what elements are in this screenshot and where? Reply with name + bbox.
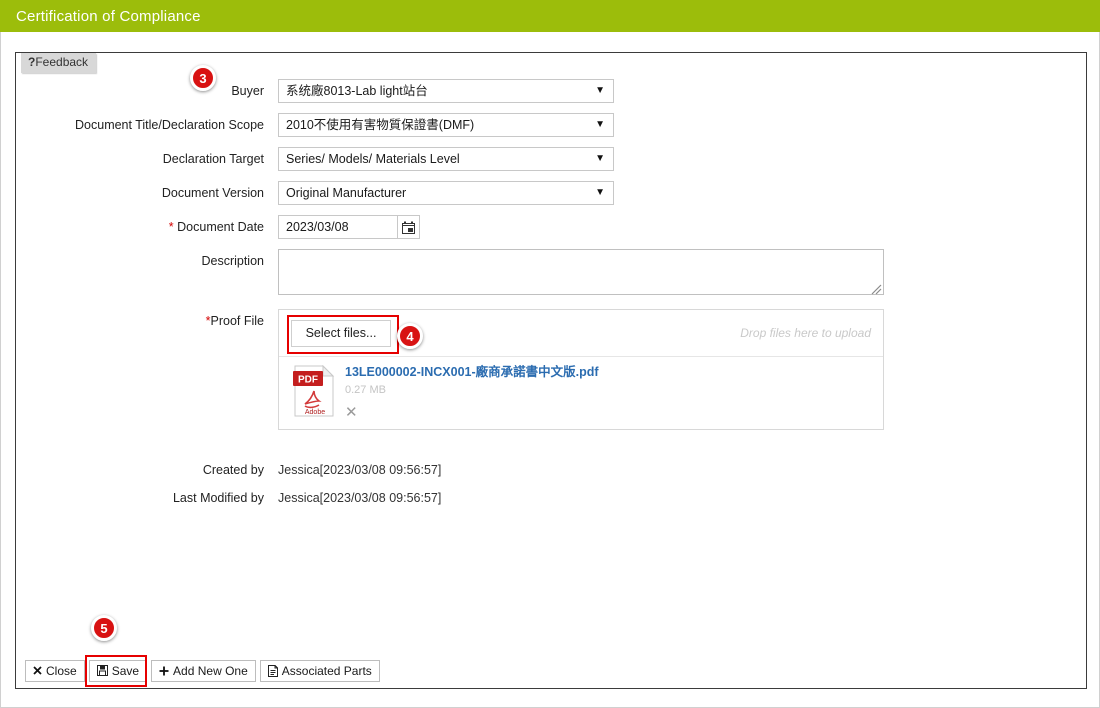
chevron-down-icon: ▼: [595, 119, 605, 130]
close-button[interactable]: Close: [25, 659, 85, 682]
document-title-select-value: 2010不使用有害物質保證書(DMF): [286, 118, 475, 132]
form-row-buyer: Buyer 系统廠8013-Lab light站台 ▼: [16, 79, 614, 103]
step-badge-3: 3: [190, 65, 216, 91]
label-description: Description: [201, 254, 264, 268]
label-proof-file: *Proof File: [16, 309, 278, 333]
document-version-select-value: Original Manufacturer: [286, 186, 407, 200]
label-document-title: Document Title/Declaration Scope: [75, 118, 264, 132]
form-row-last-modified-by: Last Modified by Jessica[2023/03/08 09:5…: [16, 486, 441, 510]
label-document-date-text: Document Date: [177, 220, 264, 234]
save-button-highlight: [84, 654, 147, 687]
feedback-tab-label: Feedback: [35, 55, 89, 69]
select-files-wrapper: Select files...: [287, 314, 399, 354]
label-created-by: Created by: [202, 463, 264, 477]
declaration-target-select[interactable]: Series/ Models/ Materials Level ▼: [278, 147, 614, 171]
label-last-modified-by: Last Modified by: [172, 491, 264, 505]
created-by-value: Jessica[2023/03/08 09:56:57]: [278, 463, 442, 477]
description-textarea[interactable]: [278, 249, 884, 295]
close-icon: [33, 666, 42, 675]
required-marker: *: [168, 220, 174, 234]
buyer-select[interactable]: 系统廠8013-Lab light站台 ▼: [278, 79, 614, 103]
form-row-declaration-target: Declaration Target Series/ Models/ Mater…: [16, 147, 614, 171]
last-modified-by-value: Jessica[2023/03/08 09:56:57]: [278, 491, 442, 505]
form-row-description: Description: [16, 249, 884, 295]
associated-parts-button-label: Associated Parts: [281, 663, 372, 678]
page-title: Certification of Compliance: [16, 7, 201, 25]
add-new-one-button-label: Add New One: [173, 663, 248, 678]
select-files-highlight: [287, 314, 399, 354]
feedback-tab[interactable]: ?Feedback: [21, 53, 97, 73]
file-name-link[interactable]: 13LE000002-INCX001-廠商承諾書中文版.pdf: [345, 365, 599, 380]
associated-parts-button[interactable]: Associated Parts: [259, 659, 380, 682]
pdf-file-icon: PDF Adobe: [293, 364, 335, 417]
label-document-date: * Document Date: [16, 215, 278, 239]
label-declaration-target: Declaration Target: [162, 152, 264, 166]
document-title-select[interactable]: 2010不使用有害物質保證書(DMF) ▼: [278, 113, 614, 137]
remove-file-icon[interactable]: ✕: [345, 403, 361, 421]
svg-text:PDF: PDF: [298, 375, 318, 386]
save-button-wrapper: Save: [84, 654, 151, 687]
form-row-proof-file: *Proof File Select files... Drop files h…: [16, 309, 884, 430]
page-frame: Buyer 系统廠8013-Lab light站台 ▼ Document Tit…: [0, 32, 1100, 708]
file-size-label: 0.27 MB: [345, 384, 386, 396]
window-titlebar: Certification of Compliance: [0, 0, 1100, 32]
close-button-label: Close: [46, 663, 77, 678]
plus-icon: [159, 666, 169, 676]
file-upload-box: Select files... Drop files here to uploa…: [278, 309, 884, 430]
form-row-document-title: Document Title/Declaration Scope 2010不使用…: [16, 113, 614, 137]
chevron-down-icon: ▼: [595, 85, 605, 96]
form-row-document-version: Document Version Original Manufacturer ▼: [16, 181, 614, 205]
buyer-select-value: 系统廠8013-Lab light站台: [286, 84, 428, 98]
label-proof-file-text: Proof File: [210, 314, 265, 328]
form-row-created-by: Created by Jessica[2023/03/08 09:56:57]: [16, 458, 441, 482]
document-date-input[interactable]: 2023/03/08: [278, 215, 398, 239]
file-list: PDF Adobe 13LE000002-INCX001-廠商承諾書中文版.pd…: [279, 357, 883, 429]
drop-files-hint: Drop files here to upload: [740, 326, 871, 340]
step-badge-4: 4: [397, 323, 423, 349]
chevron-down-icon: ▼: [595, 153, 605, 164]
resize-grip-icon[interactable]: [870, 282, 882, 295]
document-version-select[interactable]: Original Manufacturer ▼: [278, 181, 614, 205]
document-date-control: 2023/03/08: [278, 215, 420, 239]
content-panel: Buyer 系统廠8013-Lab light站台 ▼ Document Tit…: [15, 52, 1087, 689]
bottom-toolbar: Close Save Add New One Associated Parts: [17, 654, 384, 687]
file-meta: 13LE000002-INCX001-廠商承諾書中文版.pdf 0.27 MB …: [335, 365, 599, 429]
step-badge-5: 5: [91, 615, 117, 641]
form-row-document-date: * Document Date 2023/03/08: [16, 215, 420, 239]
label-buyer: Buyer: [231, 84, 264, 98]
chevron-down-icon: ▼: [595, 187, 605, 198]
label-document-version: Document Version: [161, 186, 264, 200]
file-upload-header: Select files... Drop files here to uploa…: [279, 310, 883, 357]
calendar-icon[interactable]: [398, 215, 420, 239]
declaration-target-select-value: Series/ Models/ Materials Level: [286, 152, 460, 166]
app-window: Certification of Compliance Buyer 系统廠801…: [0, 0, 1100, 708]
svg-text:Adobe: Adobe: [305, 409, 325, 416]
document-icon: [267, 664, 278, 677]
add-new-one-button[interactable]: Add New One: [151, 659, 256, 682]
